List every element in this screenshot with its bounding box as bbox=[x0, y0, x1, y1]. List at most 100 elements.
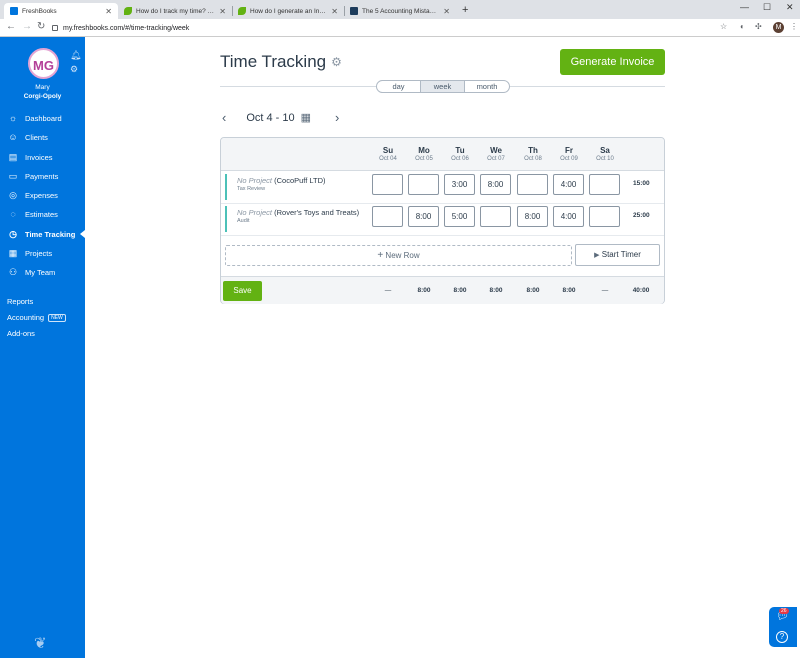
grand-total: 40:00 bbox=[632, 287, 650, 294]
footer-total-we: 8:00 bbox=[489, 287, 503, 294]
sidebar-item-payments[interactable]: ▭ Payments bbox=[0, 167, 85, 185]
browser-tab-generate-invoice[interactable]: How do I generate an Invoice fr ✕ bbox=[232, 3, 344, 19]
tab-bar: FreshBooks ✕ How do I track my time? – F… bbox=[0, 0, 800, 19]
row-total: 15:00 bbox=[633, 180, 650, 187]
row-divider bbox=[221, 235, 664, 236]
hours-cell-tu[interactable]: 5:00 bbox=[444, 206, 475, 227]
hours-cell-fr[interactable]: 4:00 bbox=[553, 174, 584, 195]
sidebar-item-dashboard[interactable]: ☼ Dashboard bbox=[0, 109, 85, 127]
day-header-mo: Mo Oct 05 bbox=[415, 146, 433, 162]
sidebar-item-invoices[interactable]: ▤ Invoices bbox=[0, 148, 85, 166]
company-name[interactable]: Corgi-Opoly bbox=[0, 93, 85, 100]
sidebar-item-projects[interactable]: ▦ Projects bbox=[0, 244, 85, 262]
hours-cell-su[interactable] bbox=[372, 174, 403, 195]
day-header-we: We Oct 07 bbox=[487, 146, 505, 162]
hours-cell-th[interactable] bbox=[517, 174, 548, 195]
hours-cell-sa[interactable] bbox=[589, 174, 620, 195]
tab-week[interactable]: week bbox=[421, 81, 465, 92]
hours-cell-th[interactable]: 8:00 bbox=[517, 206, 548, 227]
hours-cell-fr[interactable]: 4:00 bbox=[553, 206, 584, 227]
help-widget: 💬︎ 26 ? bbox=[769, 607, 797, 647]
row-project: No Project (Rover's Toys and Treats) bbox=[237, 208, 360, 217]
profile-avatar[interactable]: M bbox=[773, 22, 784, 33]
estimates-icon: ◌ bbox=[10, 209, 16, 219]
sidebar: MG 🔔︎ ⚙ Mary Corgi-Opoly ☼ Dashboard ☺ C… bbox=[0, 37, 85, 658]
timesheet-card: Su Oct 04 Mo Oct 05 Tu Oct 06 We Oct 07 Th Oc… bbox=[220, 137, 665, 304]
sidebar-item-reports[interactable]: Reports bbox=[7, 297, 33, 306]
extension-icon[interactable]: ◐ bbox=[740, 22, 745, 31]
minimize-icon[interactable]: — bbox=[740, 2, 749, 12]
settings-gear-icon[interactable]: ⚙ bbox=[331, 55, 342, 69]
hours-cell-mo[interactable] bbox=[408, 174, 439, 195]
close-icon[interactable]: ✕ bbox=[105, 7, 112, 16]
notification-badge: 26 bbox=[779, 608, 789, 614]
maximize-icon[interactable]: ☐ bbox=[763, 2, 771, 13]
projects-icon: ▦ bbox=[8, 247, 18, 258]
close-icon[interactable]: ✕ bbox=[219, 7, 226, 16]
table-row[interactable]: No Project (CocoPuff LTD) Tax Review 3:0… bbox=[225, 174, 662, 200]
hours-cell-mo[interactable]: 8:00 bbox=[408, 206, 439, 227]
row-task: Audit bbox=[237, 218, 250, 224]
new-row-button[interactable]: + New Row bbox=[225, 245, 572, 266]
user-name: Mary bbox=[35, 84, 50, 91]
forward-arrow-icon[interactable]: → bbox=[22, 21, 32, 32]
sidebar-item-time-tracking[interactable]: ◷ Time Tracking bbox=[0, 225, 85, 243]
day-header-sa: Sa Oct 10 bbox=[596, 146, 614, 162]
address-bar[interactable]: my.freshbooks.com/#/time-tracking/week bbox=[52, 21, 732, 35]
save-button[interactable]: Save bbox=[223, 281, 262, 301]
table-row[interactable]: No Project (Rover's Toys and Treats) Aud… bbox=[225, 206, 662, 232]
generate-invoice-button[interactable]: Generate Invoice bbox=[560, 49, 665, 75]
date-range: Oct 4 - 10 bbox=[246, 111, 295, 124]
address-bar-row: ← → ↻ my.freshbooks.com/#/time-tracking/… bbox=[0, 19, 800, 37]
sidebar-item-addons[interactable]: Add-ons bbox=[7, 329, 35, 338]
hours-cell-we[interactable] bbox=[480, 206, 511, 227]
footer-total-tu: 8:00 bbox=[453, 287, 467, 294]
back-arrow-icon[interactable]: ← bbox=[6, 21, 16, 32]
hours-cell-we[interactable]: 8:00 bbox=[480, 174, 511, 195]
footer-total-mo: 8:00 bbox=[417, 287, 431, 294]
gear-icon[interactable]: ⚙ bbox=[70, 64, 78, 75]
sidebar-item-my-team[interactable]: ⚇ My Team bbox=[0, 263, 85, 281]
browser-tab-track-time[interactable]: How do I track my time? – FreshBooks ✕ bbox=[118, 3, 232, 19]
window-close-icon[interactable]: ✕ bbox=[786, 2, 794, 13]
hours-cell-su[interactable] bbox=[372, 206, 403, 227]
puzzle-icon[interactable]: ✣ bbox=[755, 22, 762, 31]
browser-tab-freshbooks[interactable]: FreshBooks ✕ bbox=[4, 3, 118, 19]
dashboard-icon: ☼ bbox=[8, 113, 18, 123]
help-question-icon[interactable]: ? bbox=[776, 631, 788, 643]
sidebar-item-estimates[interactable]: ◌ Estimates bbox=[0, 205, 85, 223]
footer-total-th: 8:00 bbox=[526, 287, 540, 294]
team-icon: ⚇ bbox=[8, 266, 18, 277]
start-timer-button[interactable]: ▶ Start Timer bbox=[575, 244, 660, 266]
row-divider bbox=[221, 203, 664, 204]
day-header-fr: Fr Oct 09 bbox=[560, 146, 578, 162]
reload-icon[interactable]: ↻ bbox=[37, 21, 45, 32]
avatar[interactable]: MG bbox=[28, 48, 59, 79]
payments-icon: ▭ bbox=[8, 170, 18, 181]
sidebar-item-accounting[interactable]: Accounting NEW bbox=[7, 313, 66, 322]
browser-chrome: FreshBooks ✕ How do I track my time? – F… bbox=[0, 0, 800, 37]
new-badge: NEW bbox=[48, 313, 66, 322]
close-icon[interactable]: ✕ bbox=[331, 7, 338, 16]
menu-dots-icon[interactable]: ⋮ bbox=[790, 22, 798, 31]
calendar-icon[interactable]: ▦ bbox=[301, 111, 311, 124]
date-navigator: ‹ Oct 4 - 10 ▦ › bbox=[222, 110, 339, 125]
tab-day[interactable]: day bbox=[377, 81, 421, 92]
invoices-icon: ▤ bbox=[8, 151, 18, 162]
expenses-icon: ◎ bbox=[9, 189, 17, 200]
close-icon[interactable]: ✕ bbox=[443, 7, 450, 16]
sidebar-item-expenses[interactable]: ◎ Expenses bbox=[0, 186, 85, 204]
hours-cell-tu[interactable]: 3:00 bbox=[444, 174, 475, 195]
plus-icon: + bbox=[377, 250, 384, 261]
new-tab-icon[interactable]: + bbox=[462, 4, 468, 16]
prev-week-chevron-icon[interactable]: ‹ bbox=[222, 110, 226, 125]
bookmark-star-icon[interactable]: ☆ bbox=[720, 22, 727, 31]
bell-icon[interactable]: 🔔︎ bbox=[70, 50, 81, 61]
hours-cell-sa[interactable] bbox=[589, 206, 620, 227]
browser-tab-accounting-mistakes[interactable]: The 5 Accounting Mistakes Your ✕ bbox=[344, 3, 456, 19]
next-week-chevron-icon[interactable]: › bbox=[335, 110, 339, 125]
tab-month[interactable]: month bbox=[465, 81, 509, 92]
sidebar-item-clients[interactable]: ☺ Clients bbox=[0, 128, 85, 146]
freshbooks-leaf-logo-icon: ❦ bbox=[34, 635, 47, 652]
footer-total-sa: — bbox=[601, 287, 609, 294]
